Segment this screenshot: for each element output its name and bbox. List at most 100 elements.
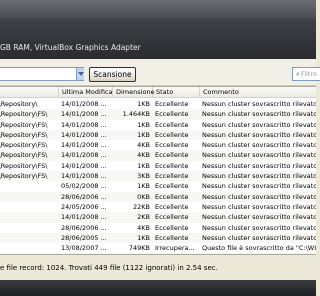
cell-modified: 28/06/2005 ...	[61, 233, 107, 242]
scan-toolbar: Scansione ⌕Filtro	[0, 59, 320, 86]
cell-comment: Questo file è sovrascritto da "C:\WINDO	[202, 244, 316, 253]
table-row[interactable]: 14/01/2008 ... 2KB Eccellente Nessun cluste…	[0, 212, 316, 223]
cell-state: Eccellente	[155, 120, 189, 129]
cell-modified: 14/01/2008 ...	[61, 100, 107, 108]
cell-comment: Nessun cluster sovrascritto rilevato.	[202, 182, 316, 191]
cell-modified: 14/01/2008 ...	[61, 151, 107, 160]
cell-path: t\Repository\	[0, 100, 38, 108]
cell-modified: 14/01/2008 ...	[61, 130, 107, 139]
table-row[interactable]: 28/06/2006 ... 0KB Eccellente Nessun cluste…	[0, 191, 316, 202]
cell-path: t\Repository\FS\	[0, 172, 48, 181]
cell-modified: 24/05/2006 ...	[61, 202, 107, 211]
table-row[interactable]: t\Repository\FS\ 14/01/2008 ... 1KB Eccelle…	[0, 119, 316, 130]
cell-state: Eccellente	[155, 182, 189, 191]
cell-state: Eccellente	[155, 172, 189, 181]
cell-state: Eccellente	[155, 233, 189, 242]
app-header: GB RAM, VirtualBox Graphics Adapter	[0, 0, 316, 59]
cell-path: t\Repository\FS\	[0, 130, 48, 139]
cell-size: 2KB	[137, 213, 150, 222]
cell-state: Eccellente	[155, 213, 189, 222]
cell-modified: 28/06/2006 ...	[61, 223, 107, 232]
table-row[interactable]: 24/05/2006 ... 22KB Eccellente Nessun clust…	[0, 201, 316, 213]
cell-state: Eccellente	[155, 141, 189, 150]
cell-comment: Nessun cluster sovrascritto rilevato.	[202, 100, 316, 108]
drive-dropdown-button[interactable]	[76, 68, 84, 80]
column-header-size[interactable]: Dimensione	[113, 87, 155, 98]
cell-size: 1.464KB	[122, 110, 150, 119]
table-row[interactable]: t\Repository\ 14/01/2008 ... 1KB Eccellente…	[0, 99, 316, 110]
filter-placeholder: Filtro	[300, 70, 317, 78]
cell-size: 4KB	[137, 151, 150, 160]
column-header-modified[interactable]: Ultima Modifica	[59, 87, 113, 98]
file-table: Ultima Modifica Dimensione Stato Comment…	[0, 86, 316, 254]
cell-size: 4KB	[137, 141, 150, 150]
cell-comment: Nessun cluster sovrascritto rilevato.	[202, 213, 316, 222]
column-header-comment[interactable]: Commento	[200, 87, 316, 98]
cell-modified: 14/01/2008 ...	[61, 213, 107, 222]
cell-path: t\Repository\FS\	[0, 161, 48, 170]
column-header-state[interactable]: Stato	[153, 87, 200, 98]
cell-size: 3KB	[137, 172, 150, 181]
cell-comment: Nessun cluster sovrascritto rilevato.	[202, 202, 316, 211]
cell-modified: 05/02/2008 ...	[61, 182, 107, 191]
cell-state: Eccellente	[155, 130, 189, 139]
cell-path: t\Repository\FS\	[0, 141, 48, 150]
cell-comment: Nessun cluster sovrascritto rilevato.	[202, 151, 316, 160]
table-row[interactable]: 05/02/2008 ... 1KB Eccellente Nessun cluste…	[0, 181, 316, 192]
cell-comment: Nessun cluster sovrascritto rilevato.	[202, 130, 316, 139]
cell-comment: Nessun cluster sovrascritto rilevato.	[202, 172, 316, 181]
cell-comment: Nessun cluster sovrascritto rilevato.	[202, 223, 316, 232]
cell-state: Irrecupera...	[155, 244, 195, 253]
table-row[interactable]: t\Repository\FS\ 14/01/2008 ... 1.464KB Ecc…	[0, 109, 316, 120]
cell-size: 1KB	[137, 130, 150, 139]
cell-size: 1KB	[137, 120, 150, 129]
cell-modified: 14/01/2008 ...	[61, 161, 107, 170]
cell-path: t\Repository\FS\	[0, 151, 48, 160]
table-row[interactable]: t\Repository\FS\ 14/01/2008 ... 1KB Eccelle…	[0, 129, 316, 141]
cell-state: Eccellente	[155, 161, 189, 170]
table-row[interactable]: t\Repository\FS\ 14/01/2008 ... 3KB Eccelle…	[0, 171, 316, 182]
status-bar: e file record: 1024. Trovati 449 file (1…	[0, 254, 316, 280]
cell-comment: Nessun cluster sovrascritto rilevato.	[202, 233, 316, 242]
cell-state: Eccellente	[155, 202, 189, 211]
cell-comment: Nessun cluster sovrascritto rilevato.	[202, 141, 316, 150]
cell-path: t\Repository\FS\	[0, 120, 48, 129]
table-row[interactable]: 28/06/2005 ... 1KB Eccellente Nessun cluste…	[0, 232, 316, 244]
cell-comment: Nessun cluster sovrascritto rilevato.	[202, 192, 316, 201]
cell-size: 0KB	[137, 192, 150, 201]
cell-size: 1KB	[137, 233, 150, 242]
table-row[interactable]: t\Repository\FS\ 14/01/2008 ... 1KB Eccelle…	[0, 160, 316, 172]
title-bar	[0, 0, 316, 18]
table-row[interactable]: t\Repository\FS\ 14/01/2008 ... 4KB Eccelle…	[0, 150, 316, 161]
cell-size: 4KB	[137, 223, 150, 232]
cell-modified: 13/08/2007 ...	[61, 244, 107, 253]
bottom-bar	[0, 280, 316, 296]
table-header: Ultima Modifica Dimensione Stato Comment…	[0, 87, 316, 98]
cell-modified: 14/01/2008 ...	[61, 110, 107, 119]
cell-modified: 14/01/2008 ...	[61, 120, 107, 129]
table-row[interactable]: t\Repository\FS\ 14/01/2008 ... 4KB Eccelle…	[0, 140, 316, 151]
cell-state: Eccellente	[155, 223, 189, 232]
cell-comment: Nessun cluster sovrascritto rilevato.	[202, 161, 316, 170]
table-row[interactable]: 28/06/2006 ... 4KB Eccellente Nessun cluste…	[0, 222, 316, 233]
cell-size: 1KB	[137, 161, 150, 170]
cell-size: 22KB	[133, 202, 150, 211]
search-icon: ⌕	[296, 70, 300, 78]
cell-modified: 14/01/2008 ...	[61, 172, 107, 181]
drive-path-input[interactable]	[0, 67, 84, 81]
column-header-path[interactable]	[0, 87, 59, 98]
table-row[interactable]: 13/08/2007 ... 749KB Irrecupera... Questo f…	[0, 243, 316, 254]
cell-state: Eccellente	[155, 110, 189, 119]
cell-size: 749KB	[128, 244, 150, 253]
cell-modified: 28/06/2006 ...	[61, 192, 107, 201]
cell-state: Eccellente	[155, 151, 189, 160]
cell-state: Eccellente	[155, 100, 189, 108]
cell-size: 1KB	[137, 100, 150, 108]
cell-comment: Nessun cluster sovrascritto rilevato.	[202, 110, 316, 119]
table-body: t\Repository\ 14/01/2008 ... 1KB Eccellente…	[0, 99, 316, 254]
filter-input[interactable]: ⌕Filtro	[292, 67, 320, 81]
cell-comment: Nessun cluster sovrascritto rilevato.	[202, 120, 316, 129]
scan-button[interactable]: Scansione	[89, 67, 136, 82]
status-text: e file record: 1024. Trovati 449 file (1…	[0, 264, 218, 272]
system-info-text: GB RAM, VirtualBox Graphics Adapter	[0, 43, 141, 52]
